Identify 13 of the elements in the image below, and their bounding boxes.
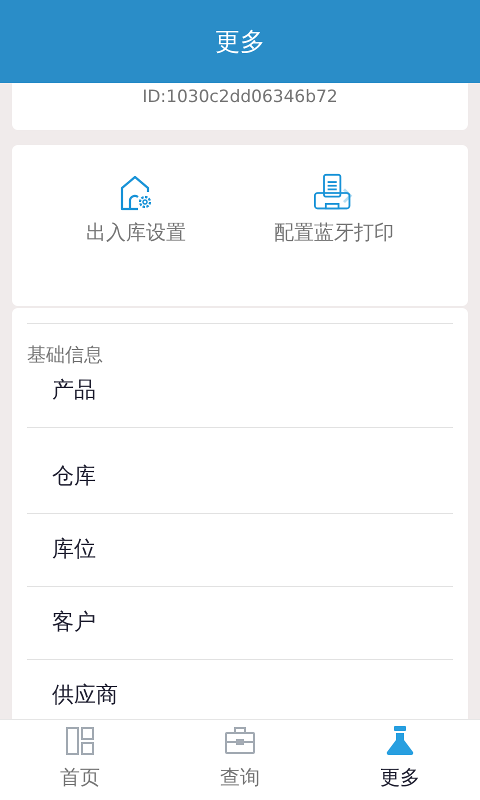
list-item[interactable]: 客户 xyxy=(27,587,453,660)
tab[interactable]: 查询 xyxy=(160,720,320,800)
shortcut-item[interactable]: 出入库设置 xyxy=(86,173,186,246)
layout-icon xyxy=(64,725,96,757)
briefcase-icon xyxy=(224,725,256,757)
list-item[interactable]: 库位 xyxy=(27,514,453,587)
shortcut-item[interactable]: 配置蓝牙打印 xyxy=(274,173,394,246)
list-item[interactable]: 仓库 xyxy=(27,441,453,514)
flask-icon xyxy=(384,725,416,757)
tab[interactable]: 更多 xyxy=(320,720,480,800)
page-title: 更多 xyxy=(215,26,265,58)
tab[interactable]: 首页 xyxy=(0,720,160,800)
device-id: ID:1030c2dd06346b72 xyxy=(142,87,338,109)
